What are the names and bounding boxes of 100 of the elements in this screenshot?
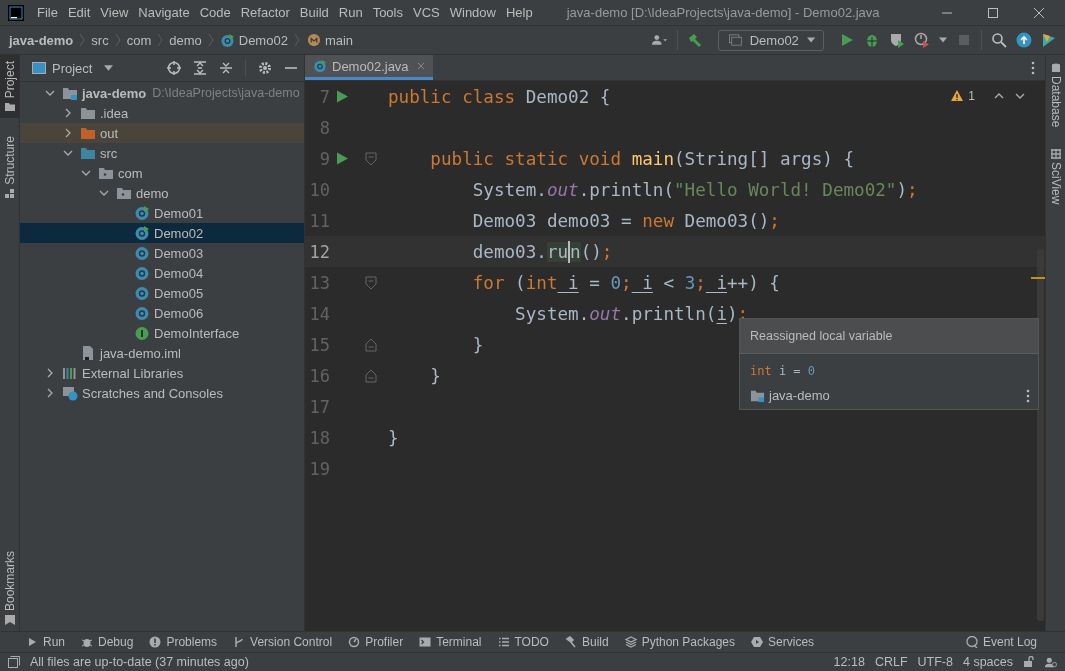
chevron-right-icon[interactable] (63, 108, 73, 118)
maximize-icon[interactable] (987, 6, 999, 19)
play-icon[interactable] (839, 32, 855, 48)
chevron-right-icon[interactable] (45, 388, 55, 398)
settings-icon[interactable] (258, 61, 272, 75)
tool-window-button[interactable]: Build (564, 635, 609, 649)
tool-window-button[interactable]: Profiler (348, 635, 404, 649)
breadcrumb[interactable]: main (324, 32, 354, 48)
warning-icon[interactable] (951, 90, 964, 102)
chevron-right-icon[interactable] (45, 368, 55, 378)
file-icon (80, 345, 96, 361)
tree-item[interactable]: Demo03 (20, 243, 304, 263)
tool-window-button[interactable]: Services (751, 635, 815, 649)
tool-window-button[interactable]: Terminal (419, 635, 482, 649)
tree-item[interactable]: java-demo.iml (20, 343, 304, 363)
fold-icon[interactable] (365, 337, 377, 352)
close-icon[interactable] (1033, 6, 1045, 19)
fold-icon[interactable] (365, 151, 377, 166)
collapse-all-icon[interactable] (219, 61, 233, 75)
menu-item[interactable]: Run (333, 5, 368, 20)
file-encoding[interactable]: UTF-8 (917, 655, 953, 669)
tree-item[interactable]: Demo06 (20, 303, 304, 323)
tool-window-button[interactable]: Version Control (233, 635, 333, 649)
tool-window-tab[interactable]: Structure (0, 130, 19, 206)
menu-item[interactable]: Tools (367, 5, 408, 20)
tree-item[interactable]: DemoInterface (20, 323, 304, 343)
tool-window-button[interactable]: TODO (497, 635, 549, 649)
tool-window-button[interactable]: Python Packages (624, 635, 736, 649)
tree-item-label: out (100, 125, 119, 141)
menu-item[interactable]: Window (444, 5, 501, 20)
tree-item[interactable]: java-demo D:\IdeaProjects\java-demo (20, 83, 304, 103)
tree-item[interactable]: com (20, 163, 304, 183)
expand-all-icon[interactable] (193, 61, 207, 75)
caret-position[interactable]: 12:18 (833, 655, 865, 669)
event-log-button[interactable]: Event Log (965, 635, 1037, 649)
more-icon[interactable] (1031, 60, 1035, 75)
tree-item[interactable]: out (20, 123, 304, 143)
chevron-down-icon[interactable] (99, 188, 109, 198)
menu-item[interactable]: File (32, 5, 63, 20)
panel-toggle-icon[interactable] (8, 656, 20, 668)
menu-item[interactable]: Refactor (235, 5, 295, 20)
tree-item[interactable]: Demo05 (20, 283, 304, 303)
tree-item[interactable]: demo (20, 183, 304, 203)
tool-window-button[interactable]: Problems (149, 635, 218, 649)
run-configuration-dropdown[interactable]: Demo02 (718, 29, 824, 51)
chevron-down-icon[interactable] (81, 168, 91, 178)
fold-icon[interactable] (365, 368, 377, 383)
breadcrumb[interactable]: java-demo (9, 32, 74, 48)
lock-icon[interactable] (1023, 656, 1035, 668)
tree-item[interactable]: .idea (20, 103, 304, 123)
caret-icon[interactable] (939, 37, 947, 43)
menu-item[interactable]: Navigate (133, 5, 195, 20)
chevron-down-icon[interactable] (1015, 91, 1025, 101)
chevron-down-icon[interactable] (63, 148, 73, 158)
run-icon[interactable] (336, 90, 348, 103)
menu-item[interactable]: Edit (62, 5, 96, 20)
hammer-icon[interactable] (687, 32, 703, 48)
line-separator[interactable]: CRLF (874, 655, 908, 669)
coverage-icon[interactable] (889, 32, 905, 48)
more-icon[interactable] (1026, 389, 1030, 403)
tree-item[interactable]: src (20, 143, 304, 163)
breadcrumb[interactable]: demo (169, 32, 202, 48)
project-view-dropdown[interactable]: Project (32, 60, 114, 76)
tool-window-tab[interactable]: Bookmarks (0, 544, 19, 631)
tree-item[interactable]: External Libraries (20, 363, 304, 383)
scrollbar[interactable] (1037, 249, 1044, 621)
chevron-right-icon[interactable] (63, 128, 73, 138)
breadcrumb[interactable]: com (126, 32, 152, 48)
menu-item[interactable]: Build (294, 5, 334, 20)
tool-window-tab[interactable]: Database (1046, 55, 1065, 136)
user-settings-icon[interactable] (1045, 656, 1057, 668)
target-icon[interactable] (167, 61, 181, 75)
user-icon[interactable] (652, 32, 668, 48)
tree-item[interactable]: Demo02 (20, 223, 304, 243)
terminal-icon (419, 636, 432, 648)
editor-tab[interactable]: Demo02.java (305, 55, 433, 80)
tool-window-tab[interactable]: SciView (1046, 141, 1065, 213)
indent-setting[interactable]: 4 spaces (962, 655, 1013, 669)
tree-item[interactable]: Demo01 (20, 203, 304, 223)
bug-icon[interactable] (864, 32, 880, 48)
tool-window-button[interactable]: Debug (81, 635, 134, 649)
tool-window-button[interactable]: Run (26, 635, 65, 649)
run-icon[interactable] (336, 152, 348, 165)
menu-item[interactable]: Code (194, 5, 236, 20)
update-icon[interactable] (1016, 32, 1032, 48)
chevron-down-icon[interactable] (45, 88, 55, 98)
menu-item[interactable]: VCS (408, 5, 445, 20)
tree-item[interactable]: Scratches and Consoles (20, 383, 304, 403)
menu-item[interactable]: Help (500, 5, 538, 20)
fold-icon[interactable] (365, 275, 377, 290)
breadcrumb[interactable]: Demo02 (238, 32, 288, 48)
code-snippet: int i = 0 (750, 364, 817, 378)
tool-window-tab[interactable]: Project (0, 55, 19, 119)
profiler-icon[interactable] (914, 32, 930, 48)
breadcrumb[interactable]: src (91, 32, 109, 48)
menu-item[interactable]: View (95, 5, 134, 20)
search-icon[interactable] (991, 32, 1007, 48)
plugin-logo-icon[interactable] (1041, 32, 1057, 48)
tree-item[interactable]: Demo04 (20, 263, 304, 283)
chevron-up-icon[interactable] (994, 91, 1004, 101)
